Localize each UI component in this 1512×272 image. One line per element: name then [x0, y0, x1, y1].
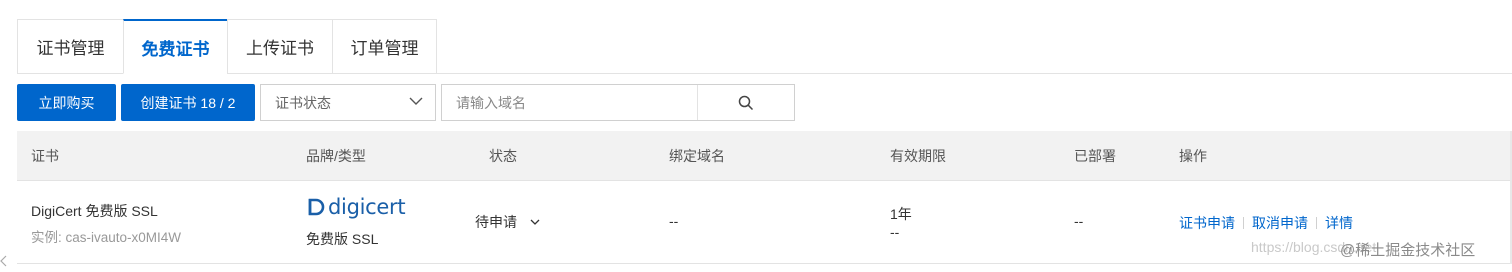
details-link[interactable]: 详情 — [1325, 215, 1353, 231]
domain-search-input[interactable] — [442, 85, 697, 120]
cert-name: DigiCert 免费版 SSL — [31, 203, 158, 219]
table-header: 证书 品牌/类型 状态 绑定域名 有效期限 已部署 操作 — [17, 131, 1512, 181]
bound-domain: -- — [669, 213, 679, 229]
col-validity: 有效期限 — [890, 148, 946, 164]
cert-status-select-value: 证书状态 — [275, 94, 331, 111]
col-cert: 证书 — [31, 148, 59, 164]
chevron-down-icon — [409, 97, 423, 105]
tab-free-certs[interactable]: 免费证书 — [123, 19, 227, 74]
cancel-apply-link[interactable]: 取消申请 — [1252, 215, 1308, 231]
apply-cert-link[interactable]: 证书申请 — [1179, 215, 1235, 231]
digicert-logo: digicert — [306, 195, 406, 219]
action-divider — [1316, 217, 1317, 229]
brand-type: 免费版 SSL — [306, 231, 379, 247]
col-brand-type: 品牌/类型 — [306, 148, 366, 164]
cert-status-select[interactable]: 证书状态 — [260, 84, 436, 121]
tab-bar: 证书管理 免费证书 上传证书 订单管理 — [17, 19, 437, 74]
digicert-logo-icon — [308, 198, 325, 216]
col-bound-domain: 绑定域名 — [669, 148, 725, 164]
create-cert-button[interactable]: 创建证书 18 / 2 — [121, 84, 255, 121]
status-value: 待申请 — [475, 214, 517, 230]
digicert-logo-text: digicert — [328, 195, 406, 219]
cert-instance-id: 实例: cas-ivauto-x0MI4W — [31, 230, 182, 245]
col-deployed: 已部署 — [1074, 148, 1116, 164]
action-divider — [1243, 217, 1244, 229]
chevron-down-icon — [530, 219, 540, 225]
status-dropdown[interactable]: 待申请 — [475, 212, 541, 232]
collapse-chevron-icon[interactable] — [0, 254, 7, 268]
search-icon — [738, 95, 754, 110]
row-actions: 证书申请 取消申请 详情 — [1179, 213, 1353, 233]
search-button[interactable] — [698, 85, 794, 120]
validity-range: -- — [890, 224, 900, 240]
tab-upload-cert[interactable]: 上传证书 — [227, 19, 332, 74]
tab-order-management[interactable]: 订单管理 — [332, 19, 437, 74]
validity-period: 1年 — [890, 206, 912, 222]
tab-cert-management[interactable]: 证书管理 — [17, 19, 123, 74]
domain-search — [441, 84, 795, 121]
buy-now-button[interactable]: 立即购买 — [17, 84, 116, 121]
col-actions: 操作 — [1179, 148, 1207, 164]
watermark-site: @稀土掘金技术社区 — [1340, 242, 1476, 259]
deployed-value: -- — [1074, 213, 1084, 229]
col-status: 状态 — [489, 148, 517, 164]
